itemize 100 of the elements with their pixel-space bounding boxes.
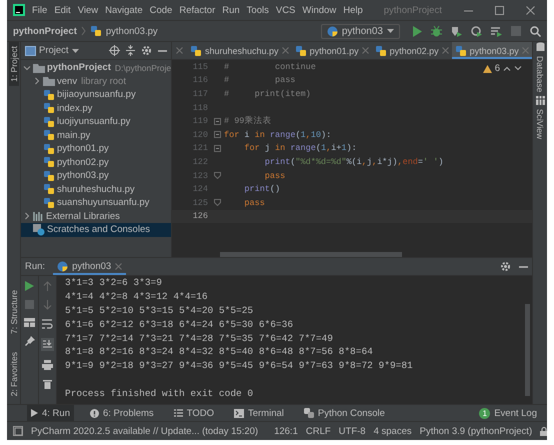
tool-window-tab[interactable]: 4: Run [27, 405, 74, 421]
status-item[interactable]: Python 3.9 (pythonProject) [420, 426, 532, 436]
event-log-tab[interactable]: 1 Event Log [475, 405, 541, 421]
pin-icon[interactable] [24, 336, 34, 346]
tool-window-tab[interactable]: Python Console [300, 405, 389, 421]
minimize-icon[interactable] [519, 266, 528, 268]
tree-item[interactable]: luojiyunsuanfu.py [21, 115, 171, 128]
editor-tab[interactable]: shuruheshuchu.py [187, 42, 292, 59]
menu-item[interactable]: Help [343, 4, 363, 16]
tool-window-tab[interactable]: Database [535, 52, 545, 96]
scratch-icon [33, 224, 45, 236]
menu-item[interactable]: Code [150, 4, 172, 16]
run-tab[interactable]: python03 [53, 258, 126, 275]
tree-item[interactable]: shuruheshuchu.py [21, 182, 171, 196]
tool-window-tab[interactable]: SciView [535, 105, 545, 144]
menu-item[interactable]: Refactor [179, 4, 216, 16]
tree-item[interactable]: Scratches and Consoles [21, 223, 171, 236]
close-icon[interactable] [176, 47, 183, 54]
collapse-icon[interactable] [126, 45, 135, 56]
minimize-icon[interactable] [158, 50, 167, 52]
tool-window-tab[interactable]: 2: Favorites [8, 348, 18, 400]
editor-tab[interactable]: python01.py [292, 42, 372, 59]
bug-icon[interactable] [431, 26, 442, 36]
tree-item[interactable]: python02.py [21, 156, 171, 169]
menu-item[interactable]: Run [222, 4, 240, 16]
print-icon[interactable] [42, 360, 53, 370]
menu-item[interactable]: Tools [246, 4, 269, 16]
layout-icon[interactable] [24, 318, 35, 327]
tree-item[interactable]: python01.py [21, 142, 171, 156]
run-config-dropdown[interactable]: python03 [320, 24, 400, 38]
chevron-down-icon[interactable] [23, 64, 31, 72]
chevron-right-icon[interactable] [33, 77, 41, 86]
tree-item-label: python01.py [57, 143, 109, 154]
menu-item[interactable]: Window [302, 4, 336, 16]
status-message[interactable]: PyCharm 2020.2.5 available // Update... (today 15:20) [31, 426, 258, 436]
tree-item[interactable]: python03.py [21, 169, 171, 182]
fold-icon[interactable] [214, 118, 220, 125]
console-output-line: 6*1=6 6*2=12 6*3=18 6*4=24 6*5=30 6*6=36 [65, 318, 294, 330]
project-view-dropdown[interactable]: Project [25, 45, 79, 56]
breadcrumb[interactable]: pythonProject [13, 26, 77, 36]
close-icon[interactable] [442, 47, 449, 54]
chevron-right-icon[interactable] [23, 212, 31, 220]
python-logo-icon [57, 261, 68, 272]
fold-icon[interactable] [214, 144, 220, 152]
tree-item[interactable]: venv library root [21, 74, 171, 88]
scrollbar[interactable] [525, 304, 530, 396]
breadcrumb[interactable]: python03.py [106, 26, 158, 36]
fold-end-icon[interactable] [214, 172, 220, 180]
scroll-end-icon[interactable] [41, 338, 54, 351]
grid-icon [536, 96, 544, 106]
fold-end-icon[interactable] [214, 199, 220, 206]
maximize-icon[interactable] [495, 6, 504, 14]
status-item[interactable]: 4 spaces [374, 426, 412, 436]
database-icon [536, 42, 544, 52]
status-item[interactable]: UTF-8 [338, 426, 366, 436]
close-icon[interactable] [115, 263, 122, 270]
tool-window-tab[interactable]: 7: Structure [8, 286, 18, 338]
close-icon[interactable] [362, 47, 369, 54]
editor-tab[interactable]: python03.py [452, 42, 532, 59]
tree-item[interactable]: suanshuyunsuanfu.py [21, 196, 171, 210]
lock-icon[interactable] [540, 426, 547, 436]
menu-item[interactable]: Navigate [105, 4, 143, 16]
run-icon[interactable] [25, 281, 34, 291]
status-item[interactable]: CRLF [306, 426, 331, 436]
menu-item[interactable]: Edit [54, 4, 71, 16]
fold-icon[interactable] [214, 131, 220, 138]
panel-toggle-icon[interactable] [13, 426, 23, 436]
chevron-up-icon[interactable] [503, 66, 511, 71]
editor-tab[interactable]: python02.py [372, 42, 452, 59]
run-icon[interactable] [412, 26, 422, 36]
tree-item[interactable]: index.py [21, 102, 171, 115]
tool-window-tab[interactable]: 6: Problems [86, 405, 158, 421]
settings-icon[interactable] [141, 45, 152, 56]
console-output-line: 9*1=9 9*2=18 9*3=27 9*4=36 9*5=45 9*6=54 9*7=63 9*8=72 9*9=81 [65, 360, 413, 372]
tree-item[interactable]: pythonProject D:\pythonProje [21, 61, 171, 74]
info-icon [90, 408, 99, 418]
warning-count[interactable]: 6 [494, 63, 500, 74]
tree-item[interactable]: bijiaoyunsuanfu.py [21, 88, 171, 102]
shield-icon[interactable] [451, 26, 462, 36]
chevron-down-icon[interactable] [514, 66, 522, 71]
scrollbar[interactable] [220, 252, 402, 257]
search-icon[interactable] [530, 26, 541, 36]
menu-item[interactable]: VCS [276, 4, 296, 16]
tool-window-tab[interactable]: 1: Project [8, 42, 18, 86]
code-line: for j in range(1,i+1): [243, 143, 357, 154]
list-run-icon[interactable] [491, 26, 502, 36]
wrap-icon[interactable] [42, 319, 53, 329]
tool-window-tab[interactable]: Terminal [230, 405, 288, 421]
settings-icon[interactable] [500, 261, 511, 272]
crosshair-icon[interactable] [109, 45, 120, 56]
status-item[interactable]: 126:1 [274, 426, 298, 436]
close-icon[interactable] [282, 47, 289, 54]
tree-item[interactable]: External Libraries [21, 210, 171, 223]
trash-icon[interactable] [43, 379, 52, 389]
menu-item[interactable]: File [32, 4, 48, 16]
menu-item[interactable]: View [78, 4, 98, 16]
tree-item[interactable]: main.py [21, 128, 171, 142]
tree-item-label: venv [57, 76, 78, 87]
close-icon[interactable] [526, 6, 535, 14]
tool-window-tab[interactable]: TODO [170, 405, 218, 421]
